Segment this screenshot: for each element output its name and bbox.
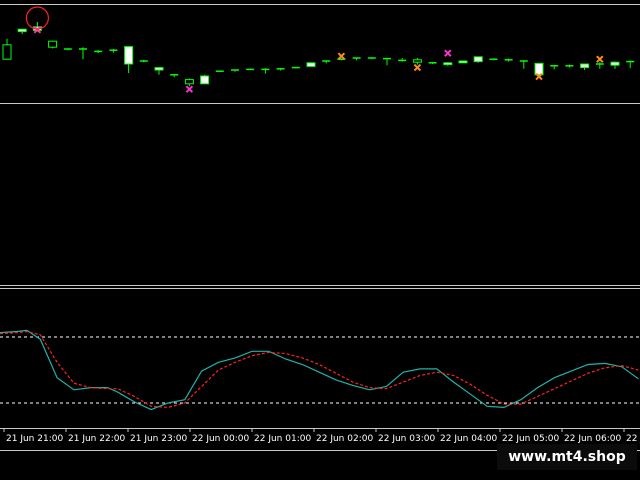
candle-body xyxy=(473,56,483,63)
chart-background xyxy=(0,0,640,480)
candle xyxy=(473,56,483,63)
mt4-chart-window: 21 Jun 21:00 21 Jun 22:00 21 Jun 23:00 22 J… xyxy=(0,0,640,480)
watermark-label: www.mt4.shop xyxy=(497,444,637,470)
candle-body xyxy=(2,44,12,60)
candle-body xyxy=(124,46,134,65)
candle xyxy=(291,66,300,69)
candle-body xyxy=(184,79,194,85)
candle xyxy=(200,74,210,85)
candle-body xyxy=(458,60,468,64)
candle-body xyxy=(534,62,544,76)
candle-body xyxy=(443,62,453,66)
candle-body xyxy=(610,61,620,66)
candle-body xyxy=(154,67,164,71)
time-tick-label: 21 Jun 22:00 xyxy=(68,434,125,444)
candle xyxy=(246,68,255,71)
candle xyxy=(215,70,224,72)
time-tick-label: 22 Jun 0 xyxy=(626,434,640,444)
candle xyxy=(48,40,58,49)
time-tick-label: 22 Jun 01:00 xyxy=(254,434,311,444)
time-tick-label: 22 Jun 02:00 xyxy=(316,434,373,444)
time-tick-label: 22 Jun 03:00 xyxy=(378,434,435,444)
candle-body xyxy=(17,28,27,33)
time-tick-label: 21 Jun 23:00 xyxy=(130,434,187,444)
candle xyxy=(306,62,316,67)
candle xyxy=(458,60,468,64)
time-tick-label: 22 Jun 04:00 xyxy=(440,434,497,444)
candle-body xyxy=(48,40,58,48)
time-tick-label: 22 Jun 05:00 xyxy=(502,434,559,444)
candle-body xyxy=(412,59,422,63)
candle xyxy=(534,62,544,76)
chart-canvas[interactable]: 21 Jun 21:00 21 Jun 22:00 21 Jun 23:00 22 J… xyxy=(0,0,640,480)
candle-body xyxy=(200,75,210,85)
time-tick-label: 22 Jun 00:00 xyxy=(192,434,249,444)
time-tick-label: 22 Jun 06:00 xyxy=(564,434,621,444)
time-tick-label: 21 Jun 21:00 xyxy=(6,434,63,444)
candle-body xyxy=(306,62,316,67)
candle-body xyxy=(580,63,590,69)
